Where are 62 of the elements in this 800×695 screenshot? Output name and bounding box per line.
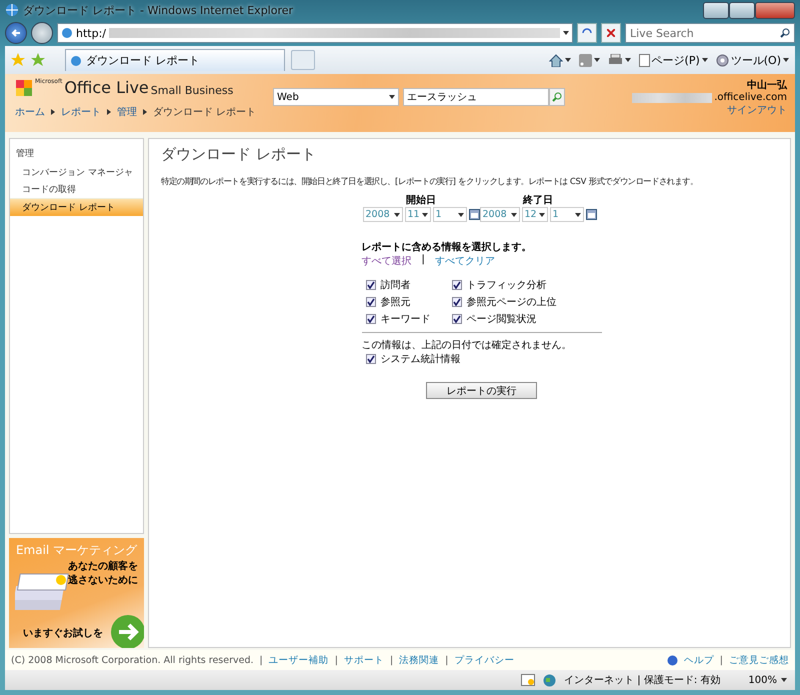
checkbox-label: トラフィック分析 — [466, 278, 546, 292]
checkbox-label: ページ閲覧状況 — [466, 312, 536, 326]
checkbox-label: 訪問者 — [380, 278, 410, 292]
sidebar-heading: 管理 — [15, 148, 35, 161]
browser-tab[interactable]: ダウンロード レポート — [65, 49, 285, 71]
link-separator: | — [445, 654, 448, 666]
year-select[interactable]: 2008 — [362, 207, 402, 222]
breadcrumb-link[interactable]: レポート — [61, 105, 101, 119]
checkbox-label: 参照元ページの上位 — [466, 296, 556, 309]
search-field[interactable]: Live Search — [625, 23, 795, 43]
ad-text: あなたの顧客を — [67, 559, 138, 573]
ad-call-to-action: いますぐお試しを — [23, 626, 103, 640]
ad-text: 逃さないために — [67, 574, 138, 587]
date-label: 終了日 — [523, 194, 553, 207]
sidebar-item[interactable]: コンバージョン マネージャ — [10, 164, 143, 181]
checkbox-label: 参照元 — [380, 296, 410, 309]
checkbox-label: キーワード — [380, 313, 430, 326]
run-report-button[interactable]: レポートの実行 — [426, 382, 537, 399]
breadcrumb-current: ダウンロード レポート — [153, 106, 256, 119]
link-separator: | — [422, 254, 425, 267]
zoom-level[interactable]: 100% — [748, 674, 787, 686]
sidebar-item[interactable]: コードの取得 — [10, 181, 143, 198]
copyright-text: (C) 2008 Microsoft Corporation. All rights reserved. — [11, 654, 254, 666]
footer-link[interactable]: 法務関連 — [399, 654, 440, 666]
search-scope-select[interactable]: Web — [273, 88, 399, 106]
user-name: 中山一弘 — [747, 78, 787, 92]
site-search-field[interactable]: エースラッシュ — [403, 88, 549, 106]
menu-button[interactable]: ツール(O) — [716, 52, 789, 68]
security-zone: インターネット | 保護モード: 有効 — [564, 674, 720, 687]
link-separator: | — [260, 654, 263, 666]
year-select[interactable]: 2008 — [480, 207, 520, 222]
url-text: http:/ — [76, 26, 106, 40]
note-text: この情報は、上記の日付では確定されません。 — [362, 338, 572, 352]
breadcrumb-link[interactable]: 管理 — [117, 105, 137, 119]
footer-link[interactable]: プライバシー — [454, 654, 514, 666]
footer-link[interactable]: サポート — [344, 654, 384, 666]
help-link[interactable]: ヘルプ — [684, 654, 714, 666]
address-field[interactable]: http:/ — [57, 23, 573, 43]
select-all-link[interactable]: すべて選択 — [362, 254, 412, 268]
feedback-link[interactable]: ご意見ご感想 — [729, 654, 789, 666]
section-heading: レポートに含める情報を選択します。 — [362, 240, 532, 254]
date-label: 開始日 — [406, 194, 436, 207]
link-separator: | — [720, 654, 723, 666]
sidebar-item[interactable]: ダウンロード レポート — [10, 198, 143, 216]
clear-all-link[interactable]: すべてクリア — [434, 254, 495, 268]
instructions: 特定の期間のレポートを実行するには、開始日と終了日を選択し、[レポートの実行] をクリックします。レポートは CSV 形式でダウンロードされます。 — [161, 176, 699, 187]
month-select[interactable]: 11 — [404, 207, 430, 222]
window-title: ダウンロード レポート - Windows Internet Explorer — [23, 2, 294, 18]
footer-link[interactable]: ユーザー補助 — [268, 654, 329, 666]
sign-out-link[interactable]: サインアウト — [727, 103, 787, 117]
menu-button[interactable]: ページ(P) — [638, 52, 708, 68]
day-select[interactable]: 1 — [550, 207, 584, 222]
page-title: ダウンロード レポート — [161, 145, 317, 164]
user-email: .officelive.com — [714, 92, 787, 103]
link-separator: | — [390, 654, 394, 666]
link-separator: | — [334, 654, 338, 666]
day-select[interactable]: 1 — [432, 207, 466, 222]
ad-title: Email マーケティング — [15, 542, 138, 559]
breadcrumb-link[interactable]: ホーム — [15, 105, 45, 119]
ad-banner[interactable]: Email マーケティング あなたの顧客を 逃さないために いますぐお試しを — [9, 538, 144, 648]
checkbox-label: システム統計情報 — [380, 352, 460, 366]
month-select[interactable]: 12 — [522, 207, 548, 222]
